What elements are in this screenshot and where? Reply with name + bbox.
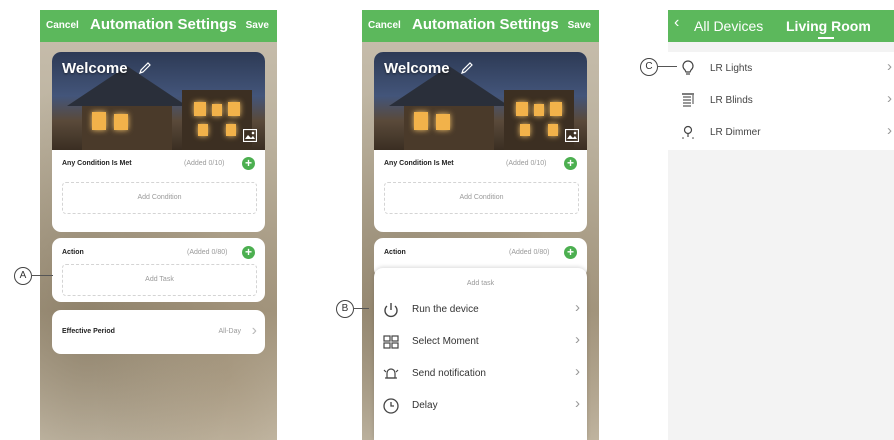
action-count: (Added 0/80) bbox=[509, 249, 550, 256]
chevron-right-icon: › bbox=[251, 322, 257, 339]
page-title: Automation Settings bbox=[90, 16, 237, 33]
chevron-right-icon: › bbox=[575, 299, 580, 316]
scene-name: Welcome bbox=[62, 60, 128, 77]
chevron-right-icon: › bbox=[575, 363, 580, 380]
device-list: LR Lights › LR Blinds › LR Dimmer › bbox=[668, 52, 894, 150]
grid-icon bbox=[383, 335, 399, 349]
task-delay[interactable]: Delay › bbox=[382, 394, 582, 422]
callout-marker: A bbox=[14, 267, 32, 285]
save-button[interactable]: Save bbox=[246, 20, 269, 31]
device-label: LR Lights bbox=[710, 63, 753, 74]
add-condition-button[interactable]: Add Condition bbox=[384, 182, 579, 214]
screen-automation-settings: Cancel Automation Settings Save Welcome … bbox=[40, 10, 277, 440]
chevron-right-icon: › bbox=[887, 90, 892, 107]
header-bar: Cancel Automation Settings Save bbox=[40, 10, 277, 42]
task-label: Run the device bbox=[412, 304, 479, 315]
task-select-moment[interactable]: Select Moment › bbox=[382, 330, 582, 358]
header-bar: Cancel Automation Settings Save bbox=[362, 10, 599, 42]
scene-name: Welcome bbox=[384, 60, 450, 77]
effective-period-row[interactable]: Effective Period All-Day › bbox=[52, 310, 265, 354]
all-devices-link[interactable]: All Devices bbox=[694, 18, 763, 34]
blinds-icon bbox=[682, 93, 694, 107]
header-bar: ‹ All Devices Living Room bbox=[668, 10, 894, 42]
add-condition-button[interactable]: Add Condition bbox=[62, 182, 257, 214]
condition-count: (Added 0/10) bbox=[506, 160, 547, 167]
task-send-notification[interactable]: Send notification › bbox=[382, 362, 582, 390]
add-action-plus-icon[interactable]: + bbox=[242, 246, 255, 259]
sheet-title: Add task bbox=[466, 280, 495, 287]
device-lr-blinds[interactable]: LR Blinds › bbox=[668, 84, 894, 116]
callout-marker: C bbox=[640, 58, 658, 76]
callout-line bbox=[353, 308, 369, 309]
chevron-right-icon: › bbox=[887, 58, 892, 75]
callout-line bbox=[31, 275, 53, 276]
action-label: Action bbox=[384, 249, 406, 256]
bulb-icon bbox=[682, 60, 694, 75]
add-condition-plus-icon[interactable]: + bbox=[564, 157, 577, 170]
add-task-sheet: Add task Run the device › Select Moment … bbox=[374, 268, 587, 440]
callout-marker: B bbox=[336, 300, 354, 318]
save-button[interactable]: Save bbox=[568, 20, 591, 31]
chevron-right-icon: › bbox=[887, 122, 892, 139]
bell-icon bbox=[383, 368, 399, 379]
screen-add-task: Cancel Automation Settings Save Welcome … bbox=[362, 10, 599, 440]
device-label: LR Blinds bbox=[710, 95, 753, 106]
power-icon bbox=[384, 303, 398, 318]
scene-cover-image: Welcome bbox=[52, 52, 265, 150]
scene-cover-image: Welcome bbox=[374, 52, 587, 150]
effective-period-value: All-Day bbox=[218, 328, 241, 335]
device-label: LR Dimmer bbox=[710, 127, 761, 138]
condition-count: (Added 0/10) bbox=[184, 160, 225, 167]
edit-pencil-icon[interactable] bbox=[460, 61, 474, 75]
device-lr-dimmer[interactable]: LR Dimmer › bbox=[668, 116, 894, 148]
cancel-button[interactable]: Cancel bbox=[368, 20, 401, 31]
action-card: Action (Added 0/80) + Add Task bbox=[52, 238, 265, 302]
edit-pencil-icon[interactable] bbox=[138, 61, 152, 75]
cancel-button[interactable]: Cancel bbox=[46, 20, 79, 31]
change-image-icon[interactable] bbox=[243, 129, 257, 142]
chevron-right-icon: › bbox=[575, 331, 580, 348]
add-condition-plus-icon[interactable]: + bbox=[242, 157, 255, 170]
page-title: Automation Settings bbox=[412, 16, 559, 33]
action-count: (Added 0/80) bbox=[187, 249, 228, 256]
device-lr-lights[interactable]: LR Lights › bbox=[668, 52, 894, 84]
task-run-device[interactable]: Run the device › bbox=[382, 298, 582, 326]
effective-period-label: Effective Period bbox=[62, 328, 115, 335]
screen-living-room: ‹ All Devices Living Room LR Lights › LR… bbox=[668, 10, 894, 440]
back-chevron-icon[interactable]: ‹ bbox=[674, 14, 679, 32]
scene-card: Welcome Any Condition Is Met (Added 0/10… bbox=[52, 52, 265, 232]
add-action-plus-icon[interactable]: + bbox=[564, 246, 577, 259]
chevron-right-icon: › bbox=[575, 395, 580, 412]
task-label: Select Moment bbox=[412, 336, 479, 347]
add-task-button[interactable]: Add Task bbox=[62, 264, 257, 296]
clock-icon bbox=[383, 398, 399, 414]
dimmer-icon bbox=[682, 125, 694, 139]
change-image-icon[interactable] bbox=[565, 129, 579, 142]
scene-card: Welcome Any Condition Is Met (Added 0/10… bbox=[374, 52, 587, 232]
task-label: Send notification bbox=[412, 368, 486, 379]
tab-underline bbox=[818, 37, 834, 39]
room-tab-living-room[interactable]: Living Room bbox=[786, 18, 871, 34]
task-label: Delay bbox=[412, 400, 438, 411]
condition-label: Any Condition Is Met bbox=[384, 160, 454, 167]
action-label: Action bbox=[62, 249, 84, 256]
callout-line bbox=[657, 66, 677, 67]
condition-label: Any Condition Is Met bbox=[62, 160, 132, 167]
